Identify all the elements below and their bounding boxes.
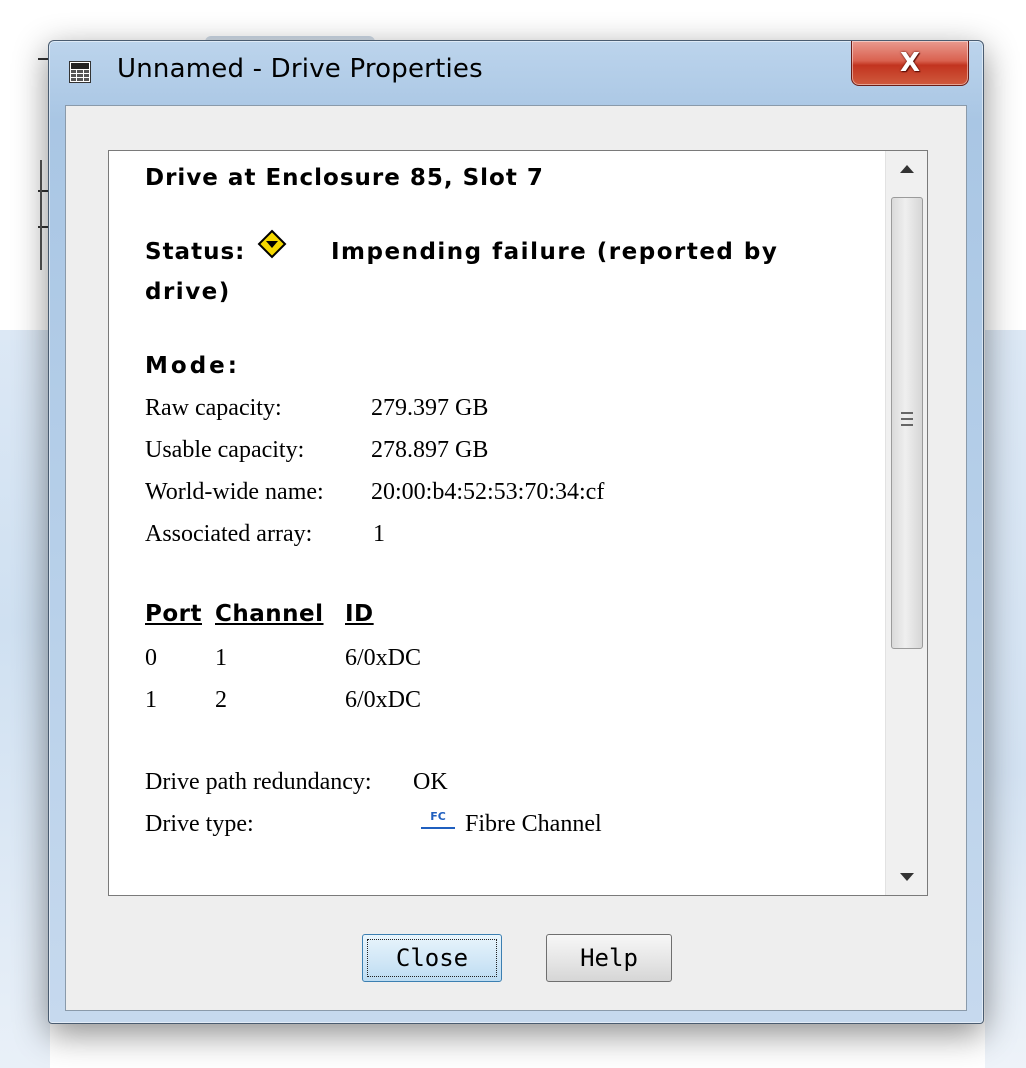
app-window-icon	[69, 61, 91, 83]
raw-capacity-label: Raw capacity:	[145, 395, 282, 421]
close-button[interactable]: Close	[362, 934, 502, 982]
warning-diamond-icon	[257, 229, 287, 259]
scroll-up-button[interactable]	[886, 151, 927, 187]
drive-type-value: Fibre Channel	[465, 811, 602, 837]
world-wide-name-label: World-wide name:	[145, 479, 324, 505]
help-button[interactable]: Help	[546, 934, 672, 982]
table-row-1-channel: 2	[215, 687, 227, 713]
drive-heading: Drive at Enclosure 85, Slot 7	[145, 165, 544, 191]
column-header-id: ID	[345, 601, 374, 627]
drive-type-label: Drive type:	[145, 811, 254, 837]
table-row-0-id: 6/0xDC	[345, 645, 422, 671]
dialog-body: Drive at Enclosure 85, Slot 7 Status: Im…	[65, 105, 967, 1011]
close-icon: X	[899, 48, 921, 78]
usable-capacity-label: Usable capacity:	[145, 437, 305, 463]
usable-capacity-value: 278.897 GB	[371, 437, 489, 463]
table-row-0-port: 0	[145, 645, 157, 671]
status-label: Status:	[145, 239, 246, 265]
background-window-left	[0, 330, 50, 1068]
arrow-down-icon	[900, 873, 914, 881]
status-text: Impending failure (reported by	[331, 239, 779, 265]
background-window-right	[985, 330, 1026, 1068]
table-row-1-port: 1	[145, 687, 157, 713]
associated-array-value: 1	[373, 521, 385, 547]
properties-panel[interactable]: Drive at Enclosure 85, Slot 7 Status: Im…	[108, 150, 928, 896]
fibre-channel-icon: FC	[421, 811, 455, 829]
status-text-continued: drive)	[145, 279, 231, 305]
table-row-1-id: 6/0xDC	[345, 687, 422, 713]
grip-icon	[901, 412, 913, 426]
scroll-thumb[interactable]	[891, 197, 923, 649]
column-header-channel: Channel	[215, 601, 324, 627]
vertical-scrollbar[interactable]	[885, 151, 927, 895]
mode-label: Mode:	[145, 353, 240, 379]
path-redundancy-label: Drive path redundancy:	[145, 769, 372, 795]
path-redundancy-value: OK	[413, 769, 448, 795]
table-row-0-channel: 1	[215, 645, 227, 671]
drive-properties-dialog: Unnamed - Drive Properties X Drive at En…	[48, 40, 984, 1024]
window-close-button[interactable]: X	[851, 41, 969, 86]
arrow-up-icon	[900, 165, 914, 173]
world-wide-name-value: 20:00:b4:52:53:70:34:cf	[371, 479, 605, 505]
raw-capacity-value: 279.397 GB	[371, 395, 489, 421]
dialog-title: Unnamed - Drive Properties	[117, 54, 483, 84]
associated-array-label: Associated array:	[145, 521, 313, 547]
scroll-down-button[interactable]	[886, 859, 927, 895]
column-header-port: Port	[145, 601, 202, 627]
